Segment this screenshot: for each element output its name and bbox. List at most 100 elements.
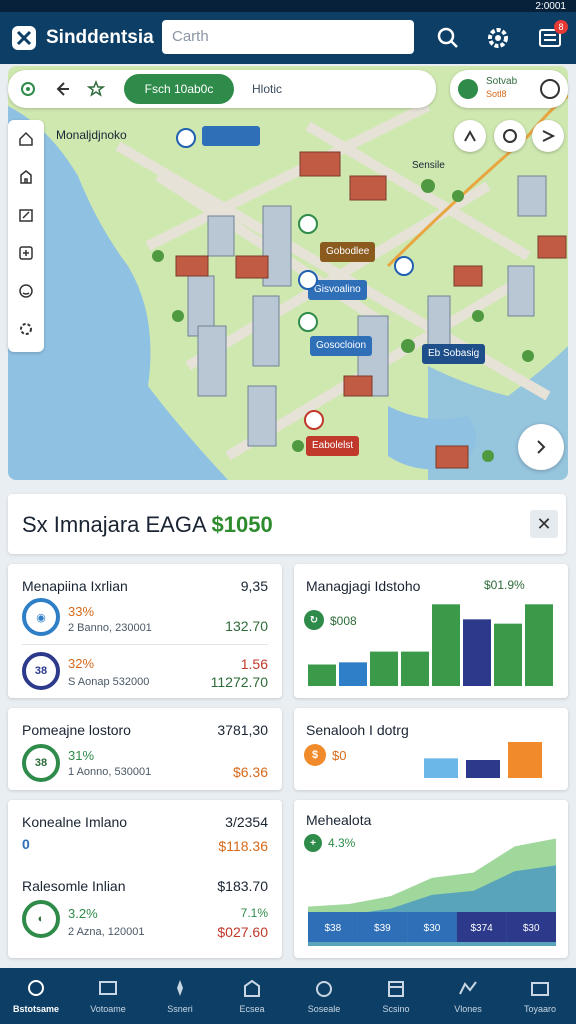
row-value: $6.36 [232,764,268,780]
notifications-icon[interactable]: 8 [536,20,568,52]
metric-card-1[interactable]: Menapiina Ixrlian 9,35 ◉ 33% 2 Banno, 23… [8,564,282,698]
row-percent: 31% [68,748,95,763]
row-percent: 3.2% [68,906,98,921]
top-bar: Sinddentsia Carth 8 [0,12,576,64]
card-subtext: $0 [332,748,347,763]
close-icon[interactable]: ✕ [530,510,558,538]
map-label-district: Monaljdjnoko [56,128,127,142]
chart-card-2[interactable]: Senalooh I dotrg $ $0 [294,708,568,790]
map-pin-icon[interactable] [394,256,414,276]
bar-label: $38 [324,923,341,934]
row-value: 132.70 [225,618,268,634]
smile-icon[interactable] [8,272,44,310]
card-title: Pomeajne lostoro [22,722,131,738]
card-value: 9,35 [240,578,268,594]
card-value: 3/2354 [225,814,268,830]
search-icon[interactable] [434,24,462,52]
row-subtext: 2 Azna, 120001 [68,926,145,938]
map-tag-blank[interactable] [202,126,260,146]
chart-card-1[interactable]: Managjagi Idstoho $01.9% ↻ $008 [294,564,568,698]
layers-icon[interactable] [8,234,44,272]
summary-banner: Sx Imnajara EAGA $1050 ✕ [8,494,566,554]
recenter-icon[interactable] [14,75,42,103]
status-bar: 2:0001 [0,0,576,12]
row-subtext: 2 Banno, 230001 [68,622,152,634]
bar-label: $374 [470,923,493,934]
weather-widget[interactable]: Sotvab Sotl8 [450,70,568,108]
chart-bar [494,623,522,686]
edit-icon[interactable] [8,196,44,234]
gear-icon[interactable] [484,24,512,52]
map-tag[interactable]: Eabolelst [306,436,360,456]
card-title: Menapiina Ixrlian [22,578,128,594]
route-icon[interactable] [454,120,486,152]
chart-bar [424,758,458,778]
map-tag[interactable]: Gosocloion [310,336,373,356]
bottom-nav: Bstotsame Votoame Ssneri Ecsea Soseale S… [0,968,576,1024]
card-value: 3781,30 [217,722,268,738]
map-tag[interactable]: Gobodlee [320,242,376,262]
map-sidebar [8,120,44,352]
bar-label: $30 [523,923,540,934]
chevron-right-icon[interactable] [518,424,564,470]
nav-item-explore[interactable]: Ssneri [144,968,216,1024]
nav-label: Vlones [454,1004,482,1014]
ring-icon: ◉ [22,598,60,636]
status-time: 2:0001 [535,0,566,12]
logo-icon [12,26,36,50]
circle-icon[interactable] [494,120,526,152]
ring-icon: ◐ [22,900,60,938]
star-icon[interactable] [82,75,110,103]
row-value: $118.36 [218,838,268,854]
nav-label: Scsino [382,1004,410,1014]
filter-pill-button[interactable]: Fsch 10ab0c [124,74,234,104]
nav-label: Toyaaro [523,1004,557,1014]
card-title: Managjagi Idstoho [306,578,421,594]
app-logo[interactable]: Sinddentsia [10,24,154,52]
back-icon[interactable] [48,75,76,103]
weather-line1: Sotvab [486,76,518,87]
map-tag[interactable]: Eb Sobasig [422,344,486,364]
nav-item-home[interactable]: Bstotsame [0,968,72,1024]
card-title: Mehealota [306,812,372,828]
nav-item-views[interactable]: Vlones [432,968,504,1024]
bar-label: $39 [374,923,391,934]
nav-item-buildings[interactable]: Ecsea [216,968,288,1024]
metric-card-2[interactable]: Pomeajne lostoro 3781,30 38 31% 1 Aonno,… [8,708,282,790]
ring-icon: 38 [22,744,60,782]
nav-item-search[interactable]: Soseale [288,968,360,1024]
layer-label[interactable]: Hlotic [252,82,282,96]
chart-bar [432,604,460,686]
chart-card-3[interactable]: Mehealota + 4.3% $38 $39 $30 $374 $30 [294,800,568,958]
ring-icon: 38 [22,652,60,690]
nav-item-tools[interactable]: Toyaaro [504,968,576,1024]
building-icon[interactable] [8,158,44,196]
metric-card-3[interactable]: Konealne Imlano 3/2354 0 $118.36 Ralesom… [8,800,282,958]
nav-label: Ecsea [239,1004,265,1014]
card-badge: $01.9% [484,578,525,592]
settings-icon[interactable] [8,310,44,348]
map-label-area: Sensile [412,160,445,171]
nav-label: Bstotsame [12,1004,59,1014]
nav-label: Votoame [90,1004,126,1014]
summary-value: $1050 [211,512,273,537]
app-name: Sinddentsia [46,27,154,48]
navigate-icon[interactable] [532,120,564,152]
map-pin-icon[interactable] [176,128,196,148]
bar-chart [424,742,542,778]
row-subtext: S Aonap 532000 [68,676,150,688]
home-icon[interactable] [8,120,44,158]
map-pin-icon[interactable] [298,214,318,234]
nav-label: Ssneri [167,1004,193,1014]
map-pin-icon[interactable] [304,410,324,430]
map-pin-icon[interactable] [298,312,318,332]
card-title: Senalooh I dotrg [306,722,409,738]
summary-title: Sx Imnajara EAGA $1050 [22,512,273,538]
row-value: $027.60 [217,924,268,940]
search-input[interactable]: Carth [162,20,414,54]
map-pin-icon[interactable] [298,270,318,290]
profile-face-icon[interactable] [540,79,560,99]
nav-item-reports[interactable]: Scsino [360,968,432,1024]
chart-bar [508,742,542,778]
nav-item-dashboard[interactable]: Votoame [72,968,144,1024]
